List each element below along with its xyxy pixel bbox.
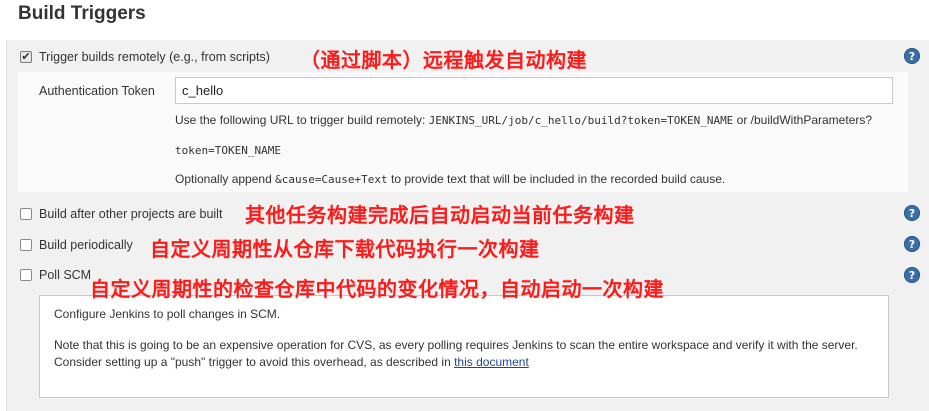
auth-token-label: Authentication Token [39,84,155,98]
help-icon-after-other[interactable]: ? [904,205,920,221]
remote-help-line-2: token=TOKEN_NAME [175,143,281,157]
trigger-poll-scm-row: Poll SCM [20,268,91,282]
help3-code: &cause=Cause+Text [275,173,388,186]
section-title: Build Triggers [18,3,146,24]
trigger-after-other-checkbox[interactable] [20,208,32,220]
poll-scm-para-1: Configure Jenkins to poll changes in SCM… [54,307,281,321]
annotation-after-other: 其他任务构建完成后自动启动当前任务构建 [245,203,635,227]
auth-token-input[interactable] [175,77,893,104]
trigger-after-other-row: Build after other projects are built [20,207,222,221]
annotation-poll-scm: 自定义周期性的检查仓库中代码的变化情况，自动启动一次构建 [90,277,664,301]
help2-code: token=TOKEN_NAME [175,144,281,157]
help-icon-poll-scm[interactable]: ? [904,267,920,283]
trigger-periodically-label: Build periodically [39,238,133,252]
help3-suffix: to provide text that will be included in… [387,172,726,186]
trigger-remote-checkbox[interactable] [20,51,32,63]
trigger-poll-scm-label: Poll SCM [39,268,92,282]
help-icon-periodically[interactable]: ? [904,236,920,252]
trigger-remote-hint: (e.g., from scripts) [165,50,270,64]
trigger-poll-scm-checkbox[interactable] [20,269,32,281]
trigger-periodically-row: Build periodically [20,238,133,252]
help1-prefix: Use the following URL to trigger build r… [175,113,429,127]
help1-code: JENKINS_URL/job/c_hello/build?token=TOKE… [428,114,734,127]
remote-help-line-3: Optionally append &cause=Cause+Text to p… [175,172,725,186]
trigger-remote-row: Trigger builds remotely (e.g., from scri… [20,50,270,64]
annotation-remote: （通过脚本）远程触发自动构建 [300,48,587,72]
help-icon-remote[interactable]: ? [904,48,920,64]
help1-suffix: or /buildWithParameters? [733,113,873,127]
trigger-remote-label-wrap: Trigger builds remotely (e.g., from scri… [39,50,270,64]
trigger-remote-label: Trigger builds remotely [39,50,166,64]
remote-help-line-1: Use the following URL to trigger build r… [175,113,872,127]
trigger-after-other-label: Build after other projects are built [39,207,223,221]
annotation-periodically: 自定义周期性从仓库下载代码执行一次构建 [150,237,540,261]
this-document-link[interactable]: this document [454,355,529,369]
trigger-periodically-checkbox[interactable] [20,239,32,251]
poll-scm-help-box: Configure Jenkins to poll changes in SCM… [39,295,889,398]
help3-prefix: Optionally append [175,172,276,186]
poll-scm-para-2-wrap: Note that this is going to be an expensi… [54,337,874,371]
